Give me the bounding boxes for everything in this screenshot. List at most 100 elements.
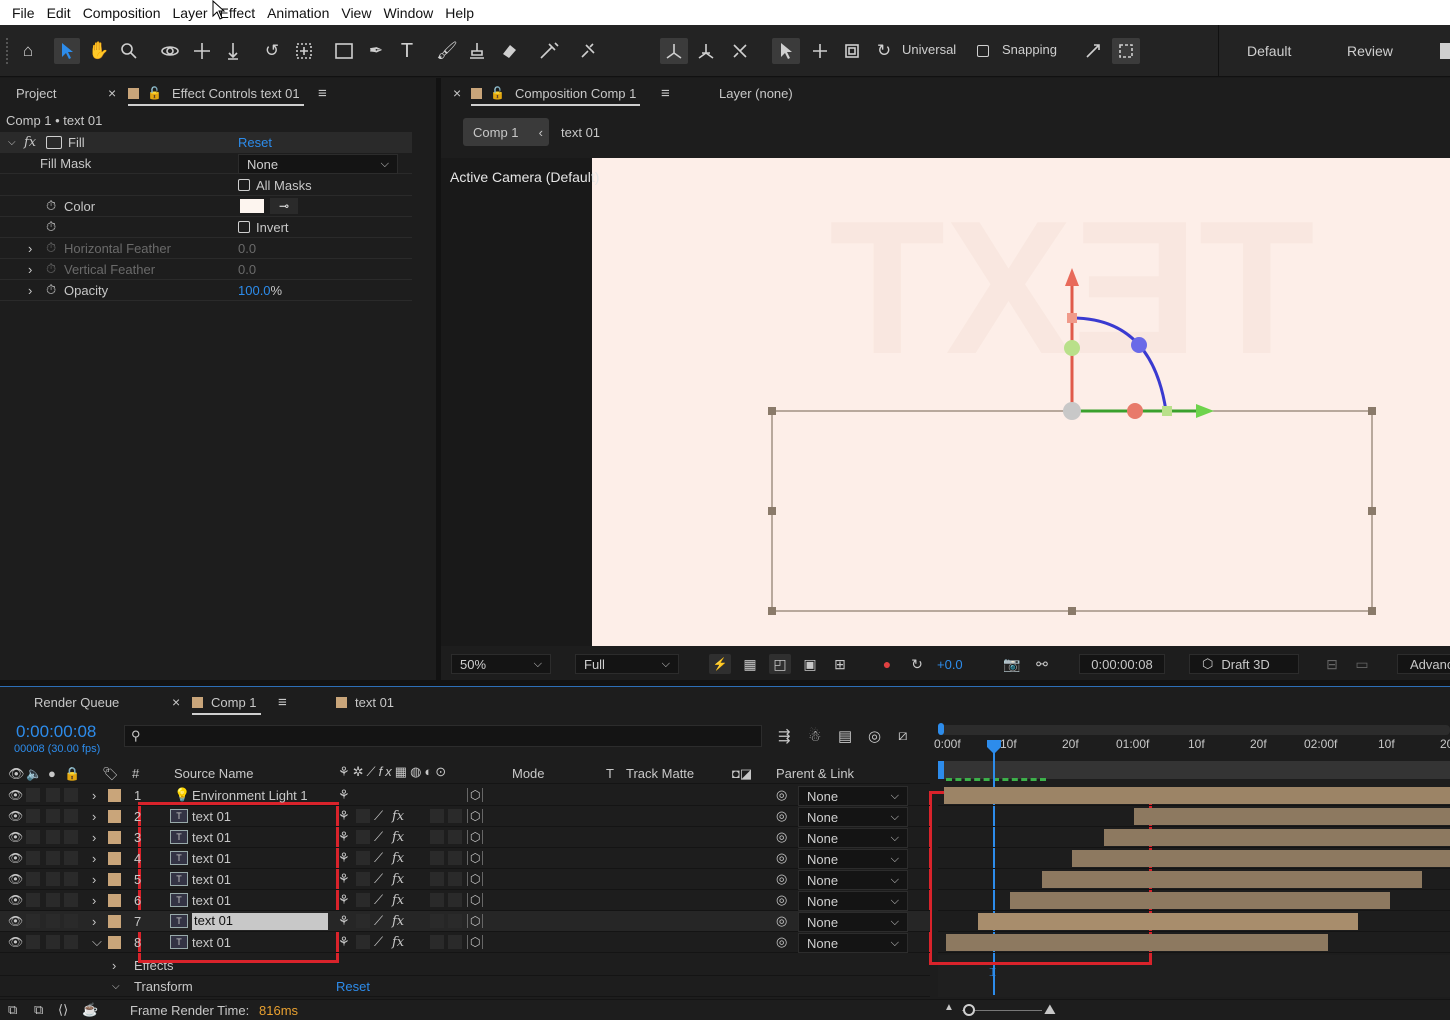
local-axis-mode-icon[interactable] xyxy=(660,38,688,64)
label-color-swatch[interactable] xyxy=(108,894,121,907)
shy-switch-icon[interactable]: ⚘ xyxy=(338,871,350,887)
composition-mini-flowchart-icon[interactable]: ⇶ xyxy=(778,727,791,745)
parent-dropdown[interactable]: None ⌵ xyxy=(798,849,908,869)
fast-previews-icon[interactable]: ⚡ xyxy=(709,654,731,674)
layer-row[interactable]: 👁 › 2 Ttext 01 ⚘ ⟋ fx ⬡ ◎ None ⌵ xyxy=(0,806,930,827)
menu-help[interactable]: Help xyxy=(441,5,482,21)
adjustment-switch[interactable] xyxy=(448,872,462,886)
layer-track[interactable] xyxy=(938,806,1450,827)
grid-guides-icon[interactable]: ⊞ xyxy=(829,654,851,674)
lock-toggle[interactable] xyxy=(64,830,78,844)
layer-track[interactable] xyxy=(938,869,1450,890)
adjustment-switch[interactable] xyxy=(448,893,462,907)
pan-behind-tool-icon[interactable] xyxy=(292,38,316,64)
pick-whip-icon[interactable]: ◎ xyxy=(776,871,787,887)
label-color-swatch[interactable] xyxy=(108,852,121,865)
snapping-label[interactable]: Snapping xyxy=(1002,42,1057,57)
adjustment-switch[interactable] xyxy=(448,935,462,949)
solo-toggle[interactable] xyxy=(46,935,60,949)
fx-switch-icon[interactable]: fx xyxy=(392,851,404,866)
lock-toggle[interactable] xyxy=(64,914,78,928)
pick-whip-icon[interactable]: ◎ xyxy=(776,913,787,929)
layer-name[interactable]: text 01 xyxy=(192,872,231,887)
quality-switch-icon[interactable]: ⟋ xyxy=(374,892,383,908)
quality-switch-icon[interactable]: ⟋ xyxy=(374,871,383,887)
mode-header[interactable]: Mode xyxy=(512,766,545,781)
tab-layer[interactable]: Layer (none) xyxy=(719,78,793,108)
eye-icon[interactable]: 👁 xyxy=(8,788,23,802)
motion-blur-switch[interactable] xyxy=(430,872,444,886)
3d-layer-switch-icon[interactable]: ⬡ xyxy=(467,830,484,844)
brush-tool-icon[interactable]: 🖌 xyxy=(436,38,458,64)
pan-camera-tool-icon[interactable] xyxy=(190,38,214,64)
hand-tool-icon[interactable]: ✋ xyxy=(88,38,110,64)
tab-comp-1[interactable]: Comp 1 xyxy=(192,687,261,717)
fx-switch-icon[interactable]: fx xyxy=(392,893,404,908)
lock-toggle[interactable] xyxy=(64,851,78,865)
pick-whip-icon[interactable]: ◎ xyxy=(776,892,787,908)
resolution-dropdown[interactable]: Full ⌵ xyxy=(575,654,679,674)
audio-toggle[interactable] xyxy=(26,914,40,928)
breadcrumb-comp[interactable]: Comp 1 ‹ xyxy=(463,118,549,146)
fx-switch-icon[interactable]: fx xyxy=(392,935,404,950)
extended-viewer-icon[interactable]: ▭ xyxy=(1351,654,1373,674)
layer-track[interactable] xyxy=(938,932,1450,953)
parent-dropdown[interactable]: None ⌵ xyxy=(798,933,908,953)
layer-row[interactable]: 👁 › 5 Ttext 01 ⚘ ⟋ fx ⬡ ◎ None ⌵ xyxy=(0,869,930,890)
fx-switch-icon[interactable]: fx xyxy=(392,914,404,929)
chevron-right-icon[interactable]: › xyxy=(92,872,96,887)
time-ruler[interactable]: 0:00f 10f 20f 01:00f 10f 20f 02:00f 10f … xyxy=(934,723,1450,781)
lock-toggle[interactable] xyxy=(64,935,78,949)
chevron-right-icon[interactable]: › xyxy=(92,851,96,866)
fx-icon[interactable]: fx xyxy=(24,135,36,150)
advanced-button[interactable]: Advanc xyxy=(1397,654,1450,674)
parent-dropdown[interactable]: None ⌵ xyxy=(798,786,908,806)
pick-whip-icon[interactable]: ◎ xyxy=(776,808,787,824)
panel-menu-icon[interactable]: ≡ xyxy=(661,78,670,108)
solo-icon[interactable]: ● xyxy=(48,766,56,781)
3d-move-tool-icon[interactable] xyxy=(808,38,832,64)
orbit-camera-tool-icon[interactable] xyxy=(158,38,182,64)
world-axis-mode-icon[interactable] xyxy=(694,38,718,64)
label-color-swatch[interactable] xyxy=(108,915,121,928)
layer-row[interactable]: 👁 › 3 Ttext 01 ⚘ ⟋ fx ⬡ ◎ None ⌵ xyxy=(0,827,930,848)
comp-duration-bar[interactable] xyxy=(938,761,1450,779)
collapse-switch[interactable] xyxy=(356,851,370,865)
label-color-swatch[interactable] xyxy=(108,936,121,949)
parent-link-header[interactable]: Parent & Link xyxy=(776,766,854,781)
view-axis-mode-icon[interactable] xyxy=(728,38,752,64)
quality-switch-icon[interactable]: ⟋ xyxy=(374,808,383,824)
3d-layer-switch-icon[interactable]: ⬡ xyxy=(467,809,484,823)
effect-header-fill[interactable]: ⌵ fx Fill Reset xyxy=(0,132,412,153)
3d-select-tool-icon[interactable] xyxy=(772,38,800,64)
quality-switch-icon[interactable]: ⟋ xyxy=(374,850,383,866)
lock-toggle[interactable] xyxy=(64,809,78,823)
lock-icon[interactable]: 🔒 xyxy=(64,766,80,782)
layer-name[interactable]: text 01 xyxy=(192,893,231,908)
audio-icon[interactable]: 🔈 xyxy=(26,766,42,782)
chevron-right-icon[interactable]: › xyxy=(92,914,96,929)
chevron-right-icon[interactable]: › xyxy=(28,241,32,256)
collapse-switch[interactable] xyxy=(356,893,370,907)
rotation-tool-icon[interactable]: ↺ xyxy=(260,38,284,64)
solo-toggle[interactable] xyxy=(46,809,60,823)
transform-reset-button[interactable]: Reset xyxy=(336,979,370,994)
type-tool-icon[interactable]: T xyxy=(396,38,418,64)
menu-edit[interactable]: Edit xyxy=(43,5,79,21)
transform-group-row[interactable]: ⌵ Transform Reset xyxy=(0,976,930,997)
fx-switch-icon[interactable]: fx xyxy=(392,809,404,824)
track-matte-header[interactable]: Track Matte xyxy=(626,766,694,781)
parent-dropdown[interactable]: None ⌵ xyxy=(798,828,908,848)
keyframe-marker-icon[interactable]: ⌶ xyxy=(989,965,996,980)
layer-name[interactable]: text 01 xyxy=(192,913,328,930)
shy-switch-icon[interactable]: ⚘ xyxy=(338,850,350,866)
layer-name[interactable]: text 01 xyxy=(192,935,231,950)
quality-switch-icon[interactable]: ⟋ xyxy=(374,829,383,845)
solo-toggle[interactable] xyxy=(46,830,60,844)
eye-icon[interactable]: 👁 xyxy=(8,809,23,823)
chevron-right-icon[interactable]: › xyxy=(92,809,96,824)
lock-toggle[interactable] xyxy=(64,893,78,907)
pick-whip-icon[interactable]: ◎ xyxy=(776,934,787,950)
eyedropper-icon[interactable]: ⊸ xyxy=(270,198,298,214)
layer-row[interactable]: 👁 › 6 Ttext 01 ⚘ ⟋ fx ⬡ ◎ None ⌵ xyxy=(0,890,930,911)
